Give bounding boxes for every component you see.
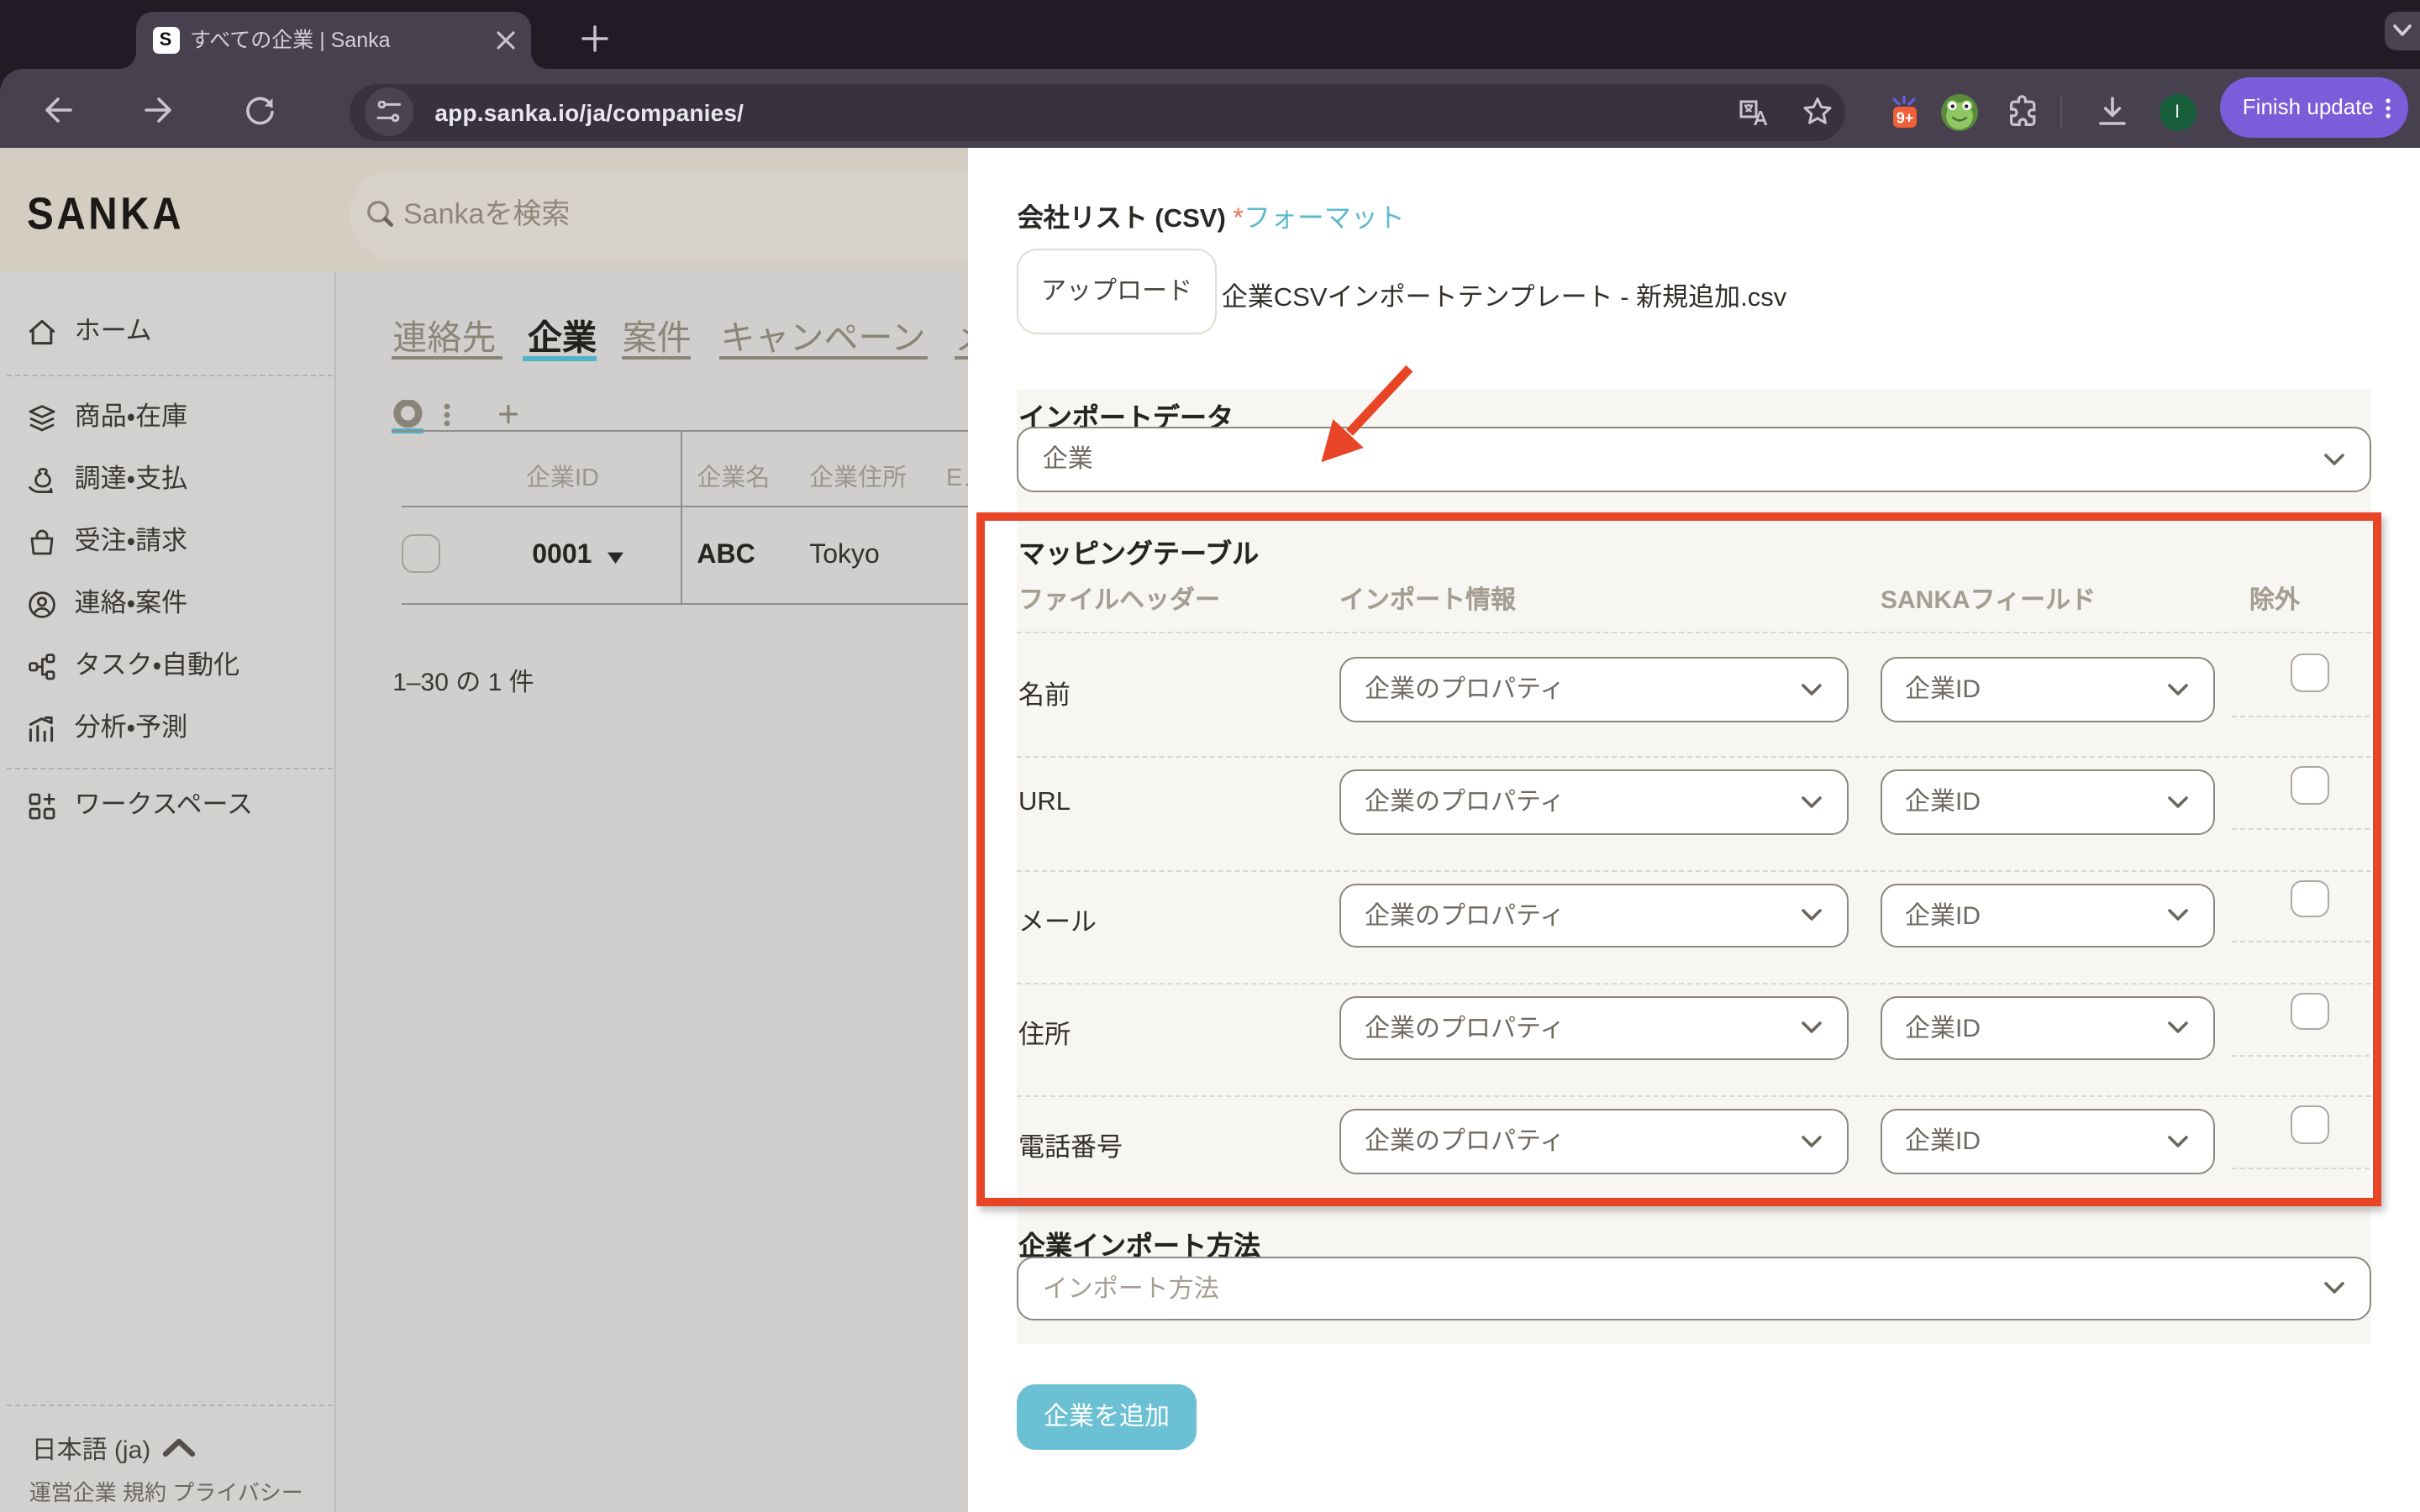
svg-text:9+: 9+	[1897, 110, 1914, 127]
